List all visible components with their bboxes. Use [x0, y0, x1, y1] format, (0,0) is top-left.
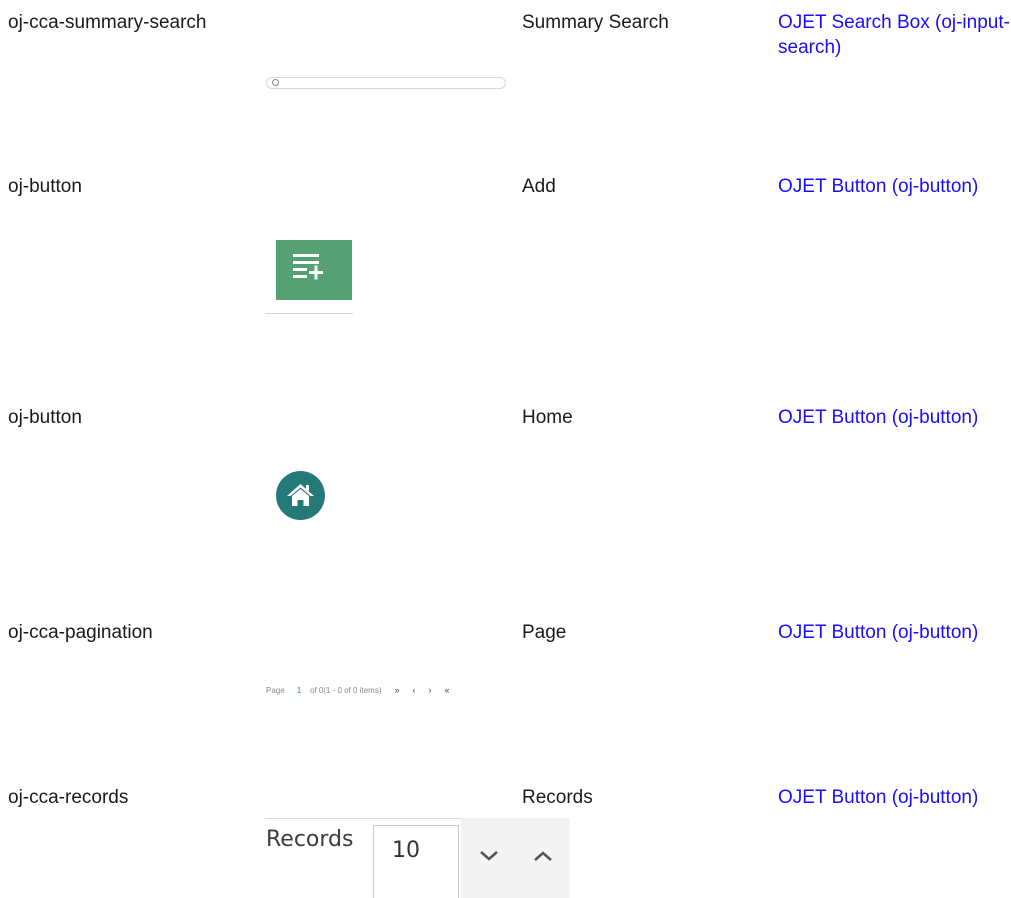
pagination-last-button[interactable]: « — [445, 685, 450, 695]
records-increment-button[interactable] — [515, 818, 570, 898]
records-decrement-button[interactable] — [461, 818, 516, 898]
pagination-page-label: Page — [266, 685, 285, 695]
pagination-prev-button[interactable]: ‹ — [413, 685, 416, 695]
component-label: Add — [522, 176, 556, 197]
component-label: Home — [522, 407, 573, 428]
add-list-icon — [293, 254, 323, 280]
component-doc-link[interactable]: OJET Search Box (oj-input-search) — [778, 10, 1010, 60]
component-name: oj-cca-records — [8, 787, 129, 808]
add-button[interactable] — [276, 240, 352, 300]
search-icon — [272, 79, 279, 86]
component-doc-link[interactable]: OJET Button (oj-button) — [778, 174, 1010, 199]
component-name: oj-button — [8, 407, 82, 428]
pagination-control: Page 1 of 0 (1 - 0 of 0 items) » ‹ › « — [266, 683, 450, 697]
pagination-first-button[interactable]: » — [395, 685, 400, 695]
component-label: Records — [522, 787, 593, 808]
component-name: oj-cca-summary-search — [8, 12, 207, 33]
component-doc-link[interactable]: OJET Button (oj-button) — [778, 405, 1010, 430]
pagination-next-button[interactable]: › — [429, 685, 432, 695]
component-label: Summary Search — [522, 12, 669, 33]
chevron-up-icon — [534, 851, 552, 861]
summary-search-input[interactable] — [266, 77, 506, 89]
pagination-of-label: of — [310, 685, 317, 695]
component-name: oj-cca-pagination — [8, 622, 153, 643]
component-name: oj-button — [8, 176, 82, 197]
component-doc-link[interactable]: OJET Button (oj-button) — [778, 620, 1010, 645]
chevron-down-icon — [480, 851, 498, 861]
add-button-divider — [265, 313, 353, 314]
component-label: Page — [522, 622, 567, 643]
pagination-page-number[interactable]: 1 — [297, 686, 301, 695]
pagination-items-summary: (1 - 0 of 0 items) — [323, 685, 382, 695]
component-doc-link[interactable]: OJET Button (oj-button) — [778, 785, 1010, 810]
home-button[interactable] — [276, 471, 325, 520]
home-icon — [287, 484, 314, 506]
records-label: Records — [266, 827, 354, 852]
records-count-input[interactable]: 10 — [373, 825, 459, 898]
